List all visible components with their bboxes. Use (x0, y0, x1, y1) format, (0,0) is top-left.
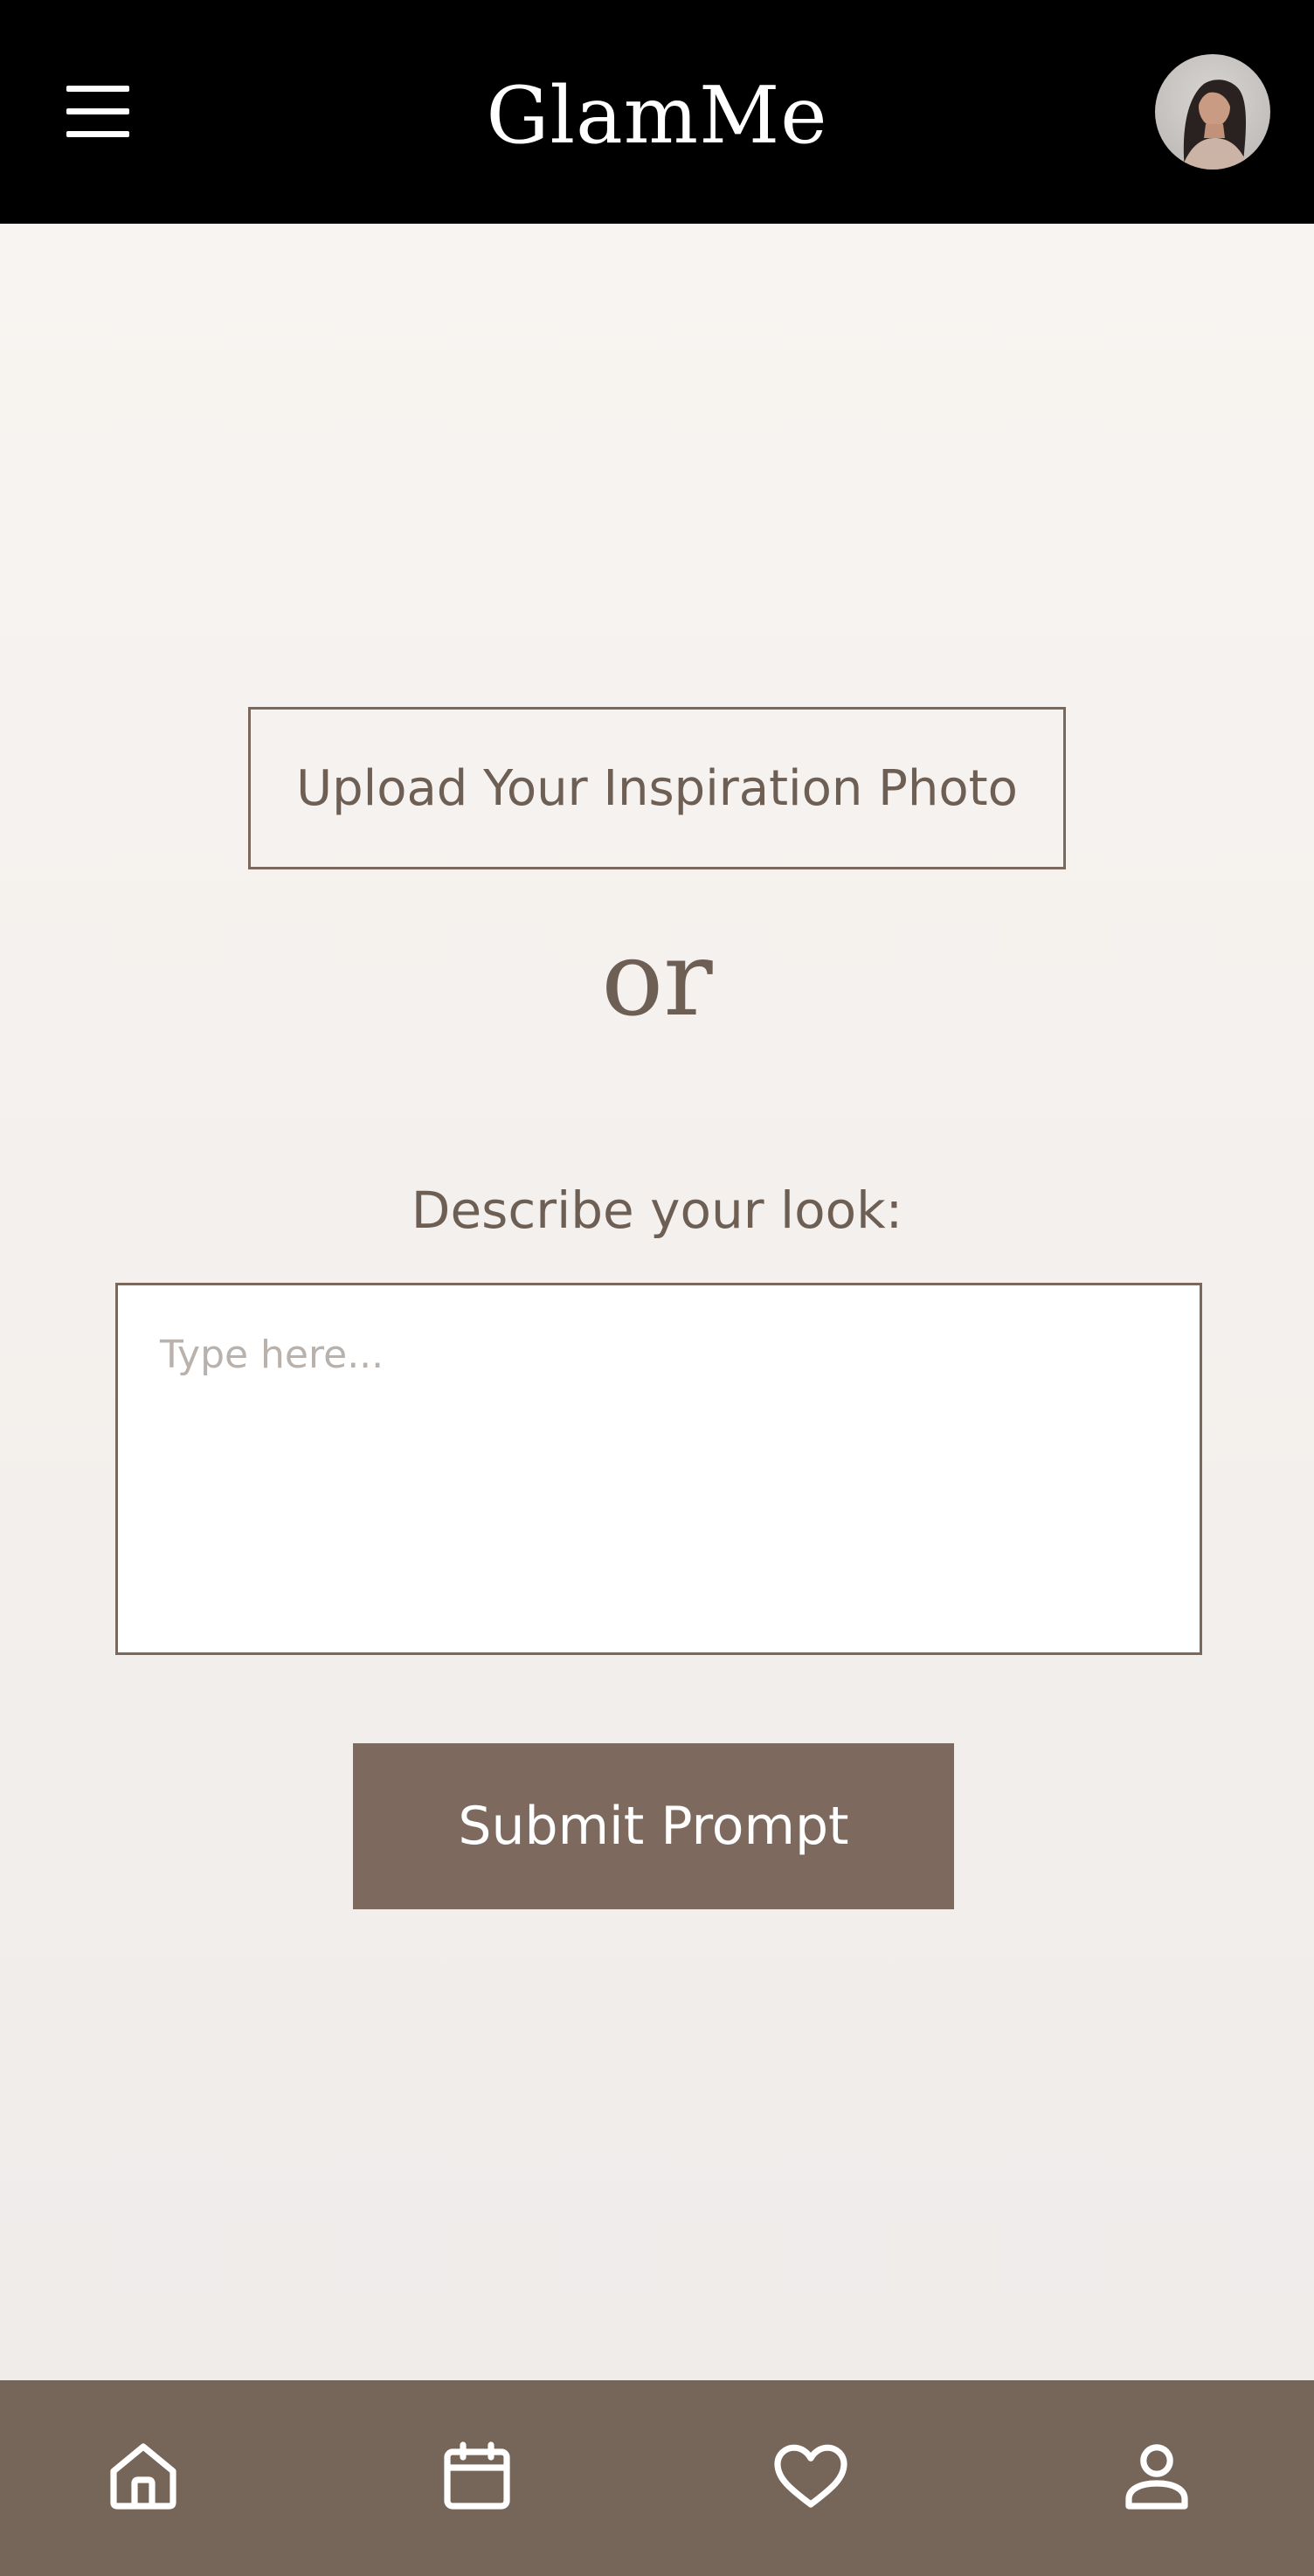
prompt-textarea[interactable] (115, 1283, 1202, 1655)
nav-calendar[interactable] (425, 2424, 529, 2529)
bottom-navigation (0, 2380, 1314, 2576)
user-avatar[interactable] (1155, 54, 1270, 170)
profile-icon (1125, 2444, 1188, 2510)
app-title: GlamMe (486, 70, 828, 162)
nav-home[interactable] (91, 2424, 196, 2529)
submit-prompt-button[interactable]: Submit Prompt (353, 1743, 954, 1909)
nav-profile[interactable] (1104, 2424, 1209, 2529)
calendar-icon (444, 2441, 510, 2510)
top-header: GlamMe (0, 0, 1314, 224)
or-divider-text: or (601, 918, 713, 1039)
heart-icon (774, 2444, 847, 2508)
home-icon (110, 2443, 176, 2510)
upload-photo-button[interactable]: Upload Your Inspiration Photo (248, 707, 1066, 869)
describe-look-label: Describe your look: (411, 1181, 903, 1240)
nav-favorites[interactable] (758, 2424, 863, 2529)
